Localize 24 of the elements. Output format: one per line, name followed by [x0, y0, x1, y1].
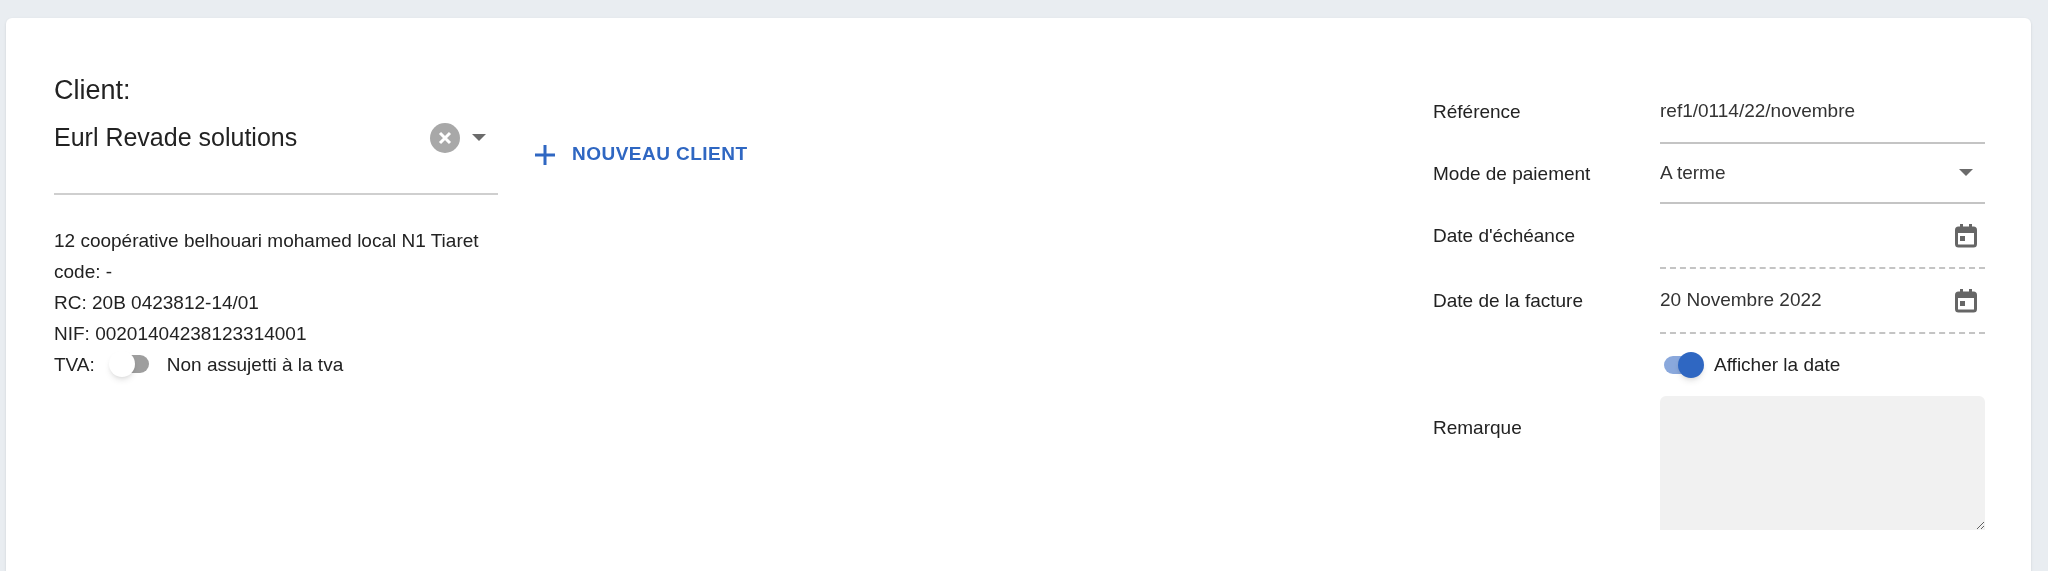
plus-icon [534, 143, 556, 166]
dropdown-caret-icon [1959, 169, 1973, 177]
field-label: Date d'échéance [1433, 224, 1576, 249]
field-label: Date de la facture [1433, 289, 1584, 314]
field-label: Référence [1433, 99, 1522, 124]
client-label: Client: [54, 74, 132, 107]
payment-select[interactable]: A terme [1660, 144, 1985, 204]
tva-label: TVA: [54, 352, 95, 377]
client-detail: code: - [54, 259, 114, 284]
field-label: Mode de paiement [1433, 161, 1592, 186]
new-client-button[interactable]: NOUVEAU CLIENT [522, 132, 760, 177]
dropdown-caret-icon [472, 133, 486, 142]
client-detail: NIF: 00201404238123314001 [54, 321, 308, 346]
client-detail: 12 coopérative belhouari mohamed local N1 Tiaret [54, 228, 480, 253]
calendar-icon[interactable] [1955, 223, 1977, 248]
calendar-icon[interactable] [1955, 288, 1977, 313]
field-label: Remarque [1433, 416, 1523, 440]
toggle-label: Afficher la date [1714, 352, 1841, 377]
date-field[interactable]: 20 Novembre 2022 [1660, 269, 1985, 334]
client-detail: RC: 20B 0423812-14/01 [54, 290, 260, 315]
tva-status: Non assujetti à la tva [166, 352, 344, 377]
reference-field[interactable]: ref1/0114/22/novembre [1660, 80, 1985, 144]
clear-icon[interactable] [430, 122, 460, 153]
client-select[interactable]: Eurl Revade solutions [54, 114, 498, 195]
